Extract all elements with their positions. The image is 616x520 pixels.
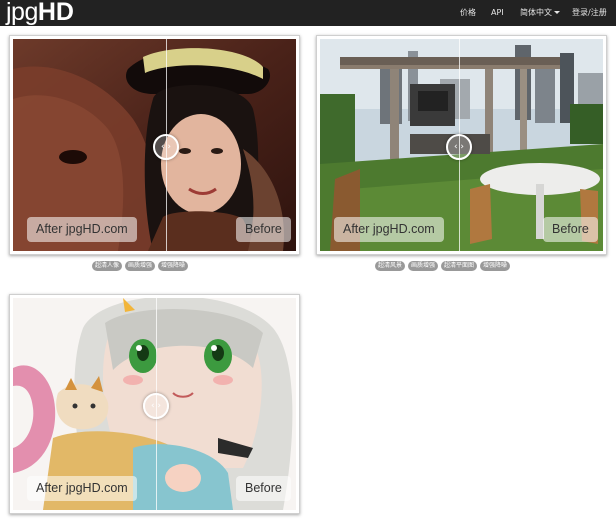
tag-chip[interactable]: 画质增强 [408, 261, 439, 271]
tag-chip[interactable]: 增强降噪 [158, 261, 189, 271]
tag-chip[interactable]: 画质增强 [125, 261, 156, 271]
comparison-card-portrait: ‹ › After jpgHD.com Before [9, 35, 300, 255]
slider-handle-icon[interactable]: ‹ › [153, 134, 179, 160]
after-label: After jpgHD.com [27, 217, 137, 242]
before-after-viewer[interactable]: ‹ › After jpgHD.com Before [13, 298, 296, 510]
chevron-down-icon [554, 11, 560, 14]
after-label: After jpgHD.com [27, 476, 137, 501]
slider-handle-icon[interactable]: ‹ › [446, 134, 472, 160]
slider-handle-icon[interactable]: ‹ › [143, 393, 169, 419]
nav-language-dropdown[interactable]: 简体中文 [520, 0, 560, 26]
tag-chip[interactable]: 超清平面图 [441, 261, 478, 271]
before-after-viewer[interactable]: ‹ › After jpgHD.com Before [13, 39, 296, 251]
comparison-card-rooftop: ‹ › After jpgHD.com Before [316, 35, 607, 255]
nav-login[interactable]: 登录/注册 [572, 0, 607, 26]
tag-list: 超清人像 画质增强 增强降噪 [92, 261, 191, 272]
before-label: Before [236, 476, 291, 501]
nav-api[interactable]: API [491, 0, 504, 26]
tag-list: 超清风景 画质增强 超清平面图 增强降噪 [375, 261, 513, 272]
tag-chip[interactable]: 增强降噪 [480, 261, 511, 271]
top-navbar: jpgHD 价格 API 简体中文 登录/注册 [0, 0, 616, 26]
before-after-viewer[interactable]: ‹ › After jpgHD.com Before [320, 39, 603, 251]
before-label: Before [236, 217, 291, 242]
before-label: Before [543, 217, 598, 242]
logo-bold-text: HD [37, 0, 74, 26]
tag-chip[interactable]: 超清风景 [375, 261, 406, 271]
brand-logo[interactable]: jpgHD [6, 0, 74, 26]
logo-light-text: jpg [6, 0, 38, 26]
after-label: After jpgHD.com [334, 217, 444, 242]
language-label: 简体中文 [520, 8, 552, 17]
comparison-card-anime: ‹ › After jpgHD.com Before [9, 294, 300, 514]
tag-chip[interactable]: 超清人像 [92, 261, 123, 271]
nav-pricing[interactable]: 价格 [460, 0, 476, 26]
